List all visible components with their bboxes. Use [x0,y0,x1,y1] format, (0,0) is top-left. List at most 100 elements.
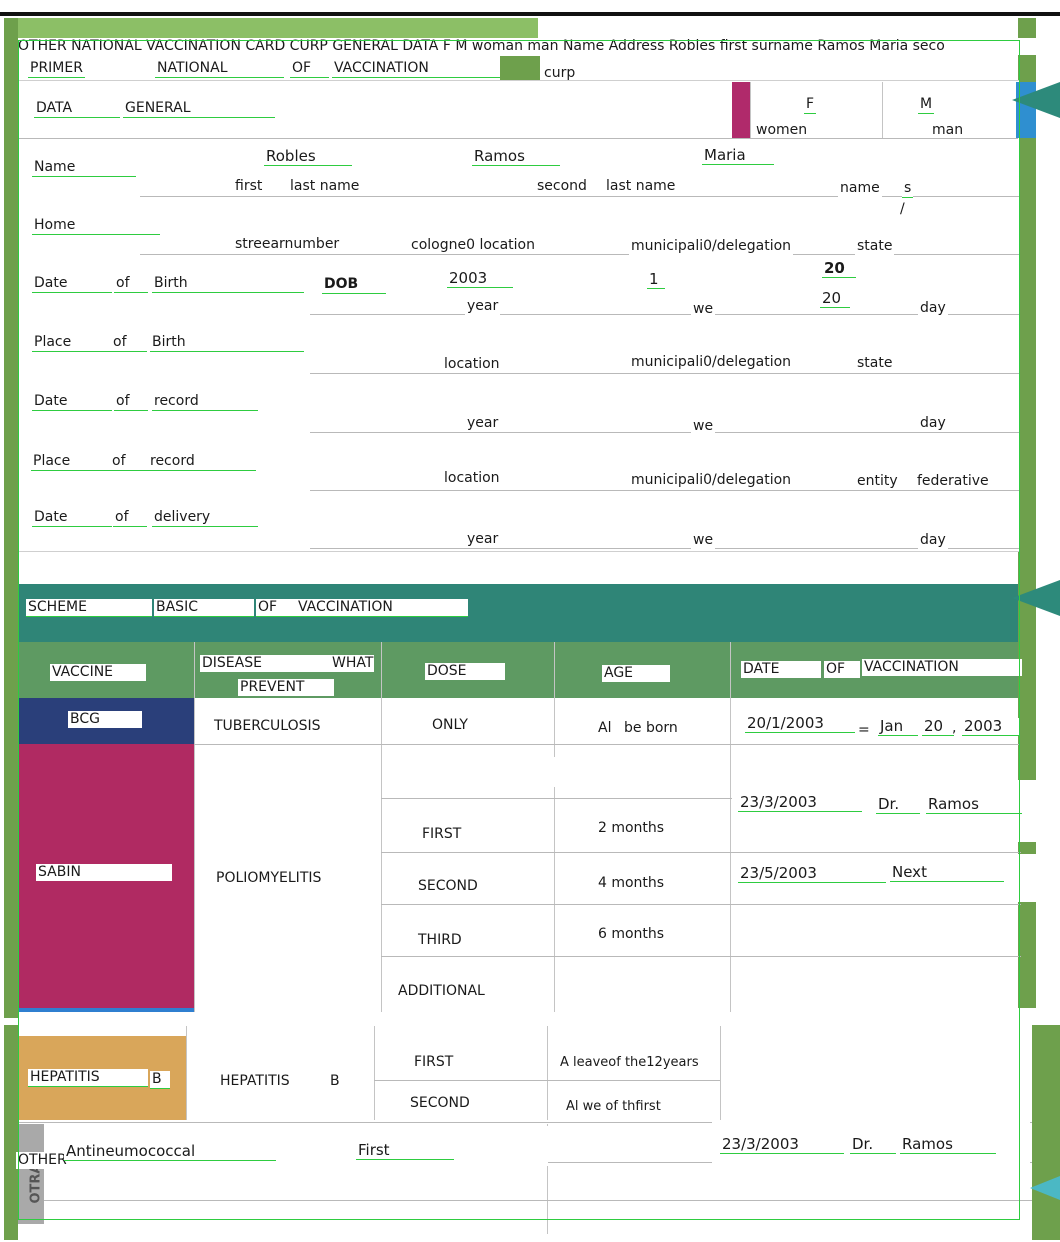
bcg-day-number: 20 [922,718,954,736]
pob-municipality-label: municipali0/delegation [629,354,794,371]
grid-row [374,1080,720,1081]
dob-day-value-top: 20 [822,260,856,278]
hepatitis-disease-word: HEPATITIS [220,1073,290,1089]
dod-word-date: Date [32,509,112,527]
dod-day-label: day [918,532,948,549]
sex-women-label: women [754,122,810,139]
header-vaccination: VACCINATION [862,659,1022,676]
slash-mark: / [900,201,905,217]
bcg-month-word: Jan [878,718,918,736]
dor-line [310,432,1020,433]
street-number-label: streeаrnumber [233,236,342,253]
top-border [0,12,1060,16]
por-word-place: Place [31,453,111,471]
sex-man-label: man [930,122,966,139]
grid-col [186,1026,187,1120]
curp-green-block [500,56,540,80]
dob-word-date: Date [32,275,112,293]
other-side-label: OTRA [28,1163,44,1204]
dob-year-value: 2003 [447,270,513,288]
dob-code: DOB [322,276,386,294]
title-word-national: NATIONAL [155,60,284,78]
bcg-equals: = [858,722,870,738]
scheme-word-scheme: SCHEME [26,599,152,617]
por-line [310,490,1020,491]
grid-col [194,642,195,1012]
pob-state-label: state [855,355,895,372]
hepatitis-age-first: A leaveof the12years [560,1055,699,1070]
sabin-dose-third: THIRD [416,932,514,949]
hepatitis-dose-second: SECOND [408,1095,508,1112]
hepatitis-dose-first: FIRST [412,1054,506,1071]
dob-word-birth: Birth [152,275,304,293]
hepatitis-disease-b: B [330,1073,340,1089]
bcg-date-value: 20/1/2003 [745,715,855,733]
bcg-dose: ONLY [432,717,468,733]
header-age: AGE [602,665,670,682]
dor-year-label: year [465,415,501,432]
header-disease: DISEASE [200,655,330,672]
last-name-label-1: last name [288,178,362,195]
grid-row [194,744,1020,745]
grid-row [381,956,1021,957]
dob-line [310,314,1020,315]
name-label: Name [32,159,136,177]
grid-row [381,852,1021,853]
arrow-marker-other [1030,1176,1060,1200]
second-label: second [535,178,589,195]
dob-day-label: day [918,300,948,317]
hepatitis-vaccine-b: B [150,1071,170,1089]
name-line [140,196,1020,197]
bcg-disease: TUBERCULOSIS [214,718,321,734]
pob-word-of: of [111,334,147,352]
sabin-age-4: 4 months [598,875,665,891]
header-prevent: PREVENT [238,679,334,696]
pob-line [310,373,1020,374]
grid-col [547,1026,548,1120]
header-date: DATE [741,661,821,678]
dod-month-label: we [691,532,716,549]
dor-word-of: of [114,393,148,411]
municipality-label: municipali0/delegation [629,238,794,255]
other-label: OTHER [16,1152,69,1169]
given-name-value: Maria [702,147,774,165]
sabin-age-6: 6 months [598,926,665,942]
dod-year-label: year [465,531,501,548]
other-date-box [712,1122,1030,1198]
other-doctor: Dr. [850,1136,896,1154]
header-vaccine: VACCINE [50,664,146,681]
dob-month-value: 1 [647,271,665,289]
other-vaccine: Antineumococcal [64,1143,276,1161]
por-federative-label: federative [915,473,991,490]
other-dose: First [356,1142,454,1160]
title-word-of: OF [290,60,329,78]
por-location-label: location [442,470,502,487]
sabin-dose-additional: ADDITIONAL [396,983,534,1000]
title-word-vaccination: VACCINATION [332,60,500,78]
general-data-word-general: GENERAL [123,100,275,118]
title-word-primer: PRIMER [28,60,85,78]
pob-location-label: location [442,356,502,373]
bcg-age-al: Al [598,720,612,736]
header-dose: DOSE [425,663,505,680]
sabin-dose-second: SECOND [416,878,514,895]
header-green-band [18,18,538,38]
dob-year-label: year [465,298,501,315]
other-date: 23/3/2003 [720,1136,844,1154]
section-gap [18,1020,1032,1026]
row-divider [18,138,1018,139]
sabin-dose-first: FIRST [420,826,510,843]
left-green-edge [4,18,18,1018]
sabin-disease: POLIOMYELITIS [216,870,322,886]
sabin-second-note: Next [890,864,1004,882]
scheme-word-basic: BASIC [154,599,254,617]
bcg-vaccine: BCG [68,711,142,728]
name-field-label: name [838,180,882,197]
dor-word-date: Date [32,393,112,411]
por-entity-label: entity [855,473,900,490]
pob-word-place: Place [32,334,112,352]
arrow-marker-scheme [1012,580,1060,616]
first-label: first [233,178,265,195]
sex-f-box: F [804,96,817,114]
bcg-comma: , [952,720,957,736]
